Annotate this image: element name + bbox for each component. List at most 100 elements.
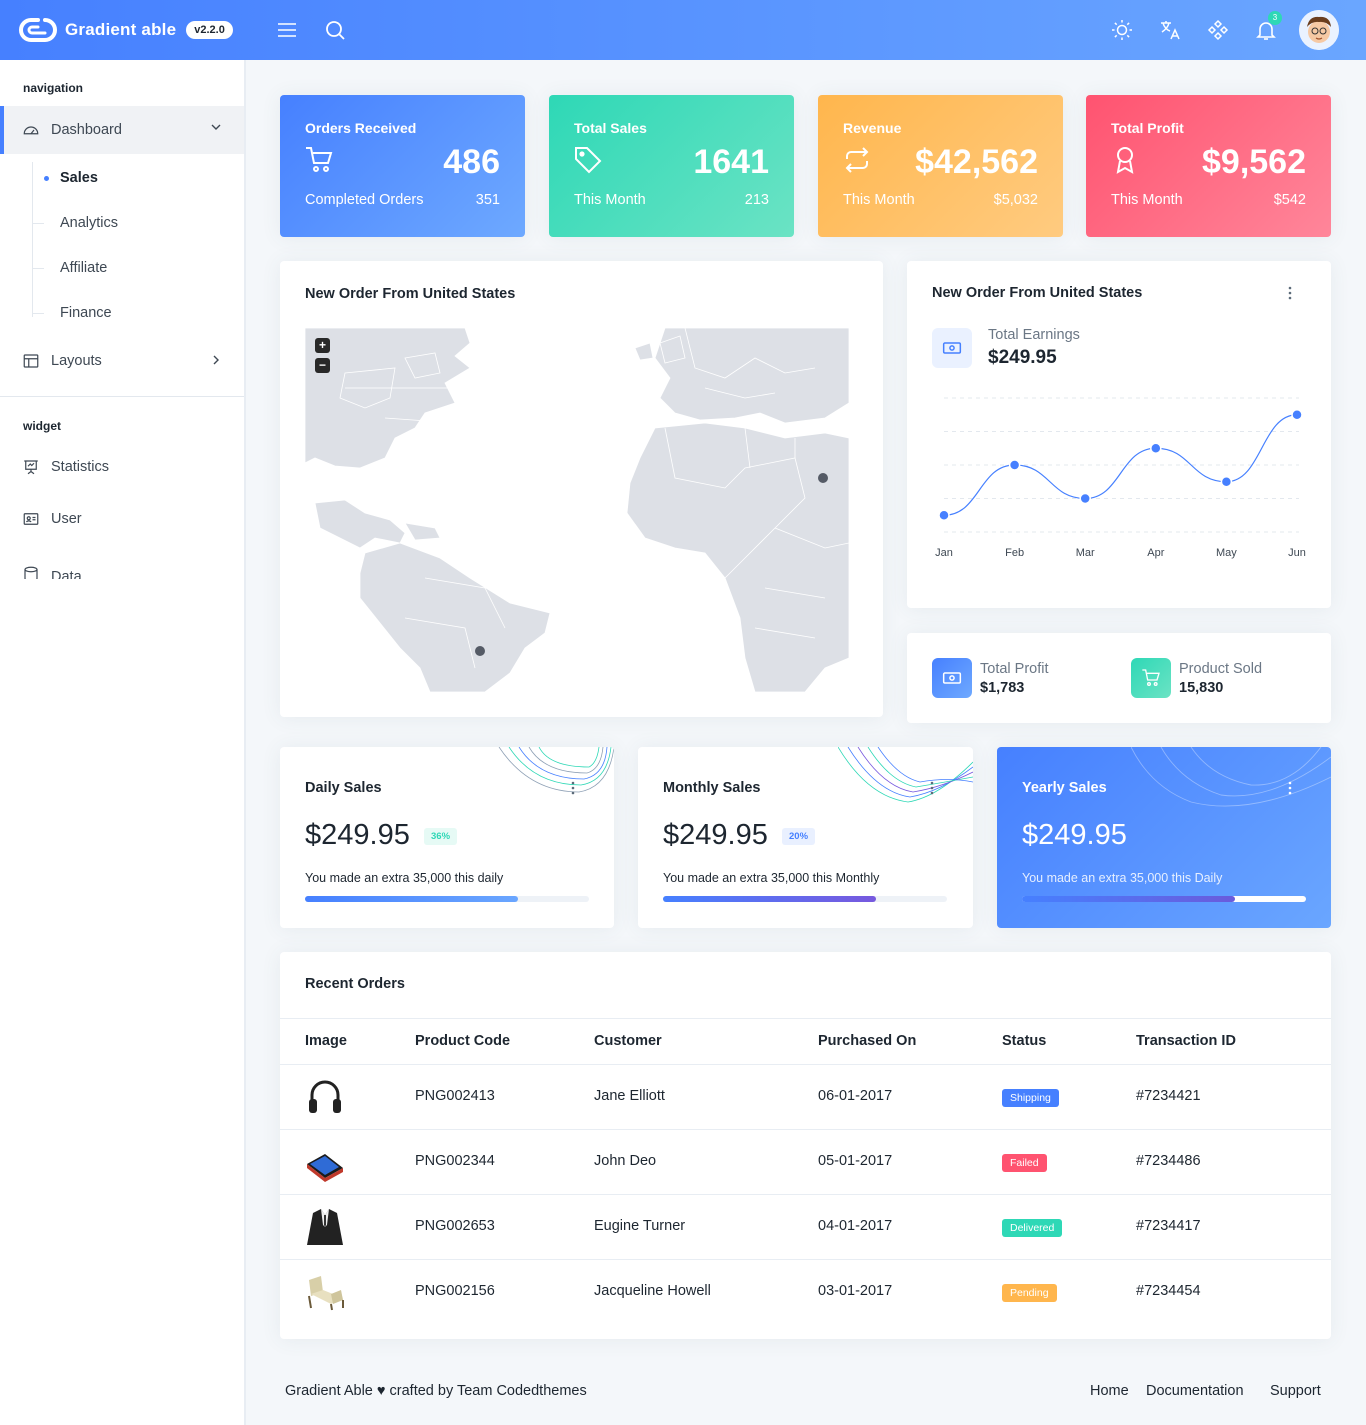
sidebar-item-label: Layouts [51,353,102,369]
footer-link-documentation[interactable]: Documentation [1146,1383,1244,1399]
map-zoom-out-button[interactable]: − [315,358,330,373]
map-marker [816,471,830,485]
profit-icon-box [932,658,972,698]
stat-card-orders: Orders Received 486 Completed Orders 351 [280,95,525,237]
europe-shape [654,328,849,424]
table-row[interactable]: PNG002344 John Deo 05-01-2017 Failed #72… [280,1130,1331,1195]
chevron-right-icon [213,355,219,365]
stat-sub-label: Completed Orders [305,192,424,208]
customer-name: Eugine Turner [594,1218,686,1234]
more-vertical-icon[interactable] [571,781,575,795]
sidebar-subitem-label: Sales [60,170,98,186]
chart-x-tick-label: Jun [1288,547,1306,559]
monthly-sales-value: $249.95 [663,819,768,851]
search-icon[interactable] [323,18,347,42]
map-marker [473,644,487,658]
world-map[interactable]: + − [305,328,849,692]
purchase-date: 03-01-2017 [818,1283,893,1299]
sidebar: navigation Dashboard Sales Analytics Aff… [0,60,246,1425]
sidebar-item-label: User [51,511,82,527]
daily-sales-title: Daily Sales [305,780,382,796]
yearly-sales-desc: You made an extra 35,000 this Daily [1022,871,1223,885]
sidebar-subitem-sales[interactable]: Sales [32,158,232,198]
sidebar-item-user[interactable]: User [0,497,244,541]
status-badge: Shipping [1002,1089,1059,1107]
customer-name: John Deo [594,1153,657,1169]
logo-icon [19,18,57,42]
column-header: Customer [594,1033,662,1049]
stat-sub-label: This Month [843,192,915,208]
more-vertical-icon[interactable] [1288,286,1292,300]
menu-icon[interactable] [275,18,299,42]
money-icon [942,342,962,354]
map-card-title: New Order From United States [305,286,516,302]
apps-icon[interactable] [1206,18,1230,42]
sun-icon[interactable] [1110,18,1134,42]
more-vertical-icon[interactable] [930,781,934,795]
stat-value: $42,562 [915,143,1038,181]
product-code: PNG002653 [415,1218,495,1234]
brand-logo[interactable]: Gradient able v2.2.0 [18,17,233,43]
stat-sub-label: This Month [574,192,646,208]
yearly-sales-value: $249.95 [1022,819,1127,851]
map-card: New Order From United States + − [280,261,883,717]
summary-profit-value: $1,783 [980,680,1025,696]
chart-point [1079,492,1091,505]
daily-progress-fill [305,896,518,902]
recent-orders-title: Recent Orders [305,976,405,992]
earnings-card-title: New Order From United States [932,285,1143,301]
tree-tick [32,312,44,314]
footer-link-home[interactable]: Home [1090,1383,1129,1399]
stat-card-sales: Total Sales 1641 This Month 213 [549,95,794,237]
wave-decoration [498,747,614,793]
tree-tick [32,222,44,224]
sidebar-item-label: Dashboard [51,122,122,138]
user-avatar[interactable] [1299,10,1339,50]
presentation-icon [24,460,38,475]
table-row[interactable]: PNG002653 Eugine Turner 04-01-2017 Deliv… [280,1195,1331,1260]
translate-icon[interactable] [1158,18,1182,42]
footer-credit: Gradient Able ♥ crafted by Team Codedthe… [285,1383,587,1399]
yearly-progress-track [1022,896,1306,902]
chart-x-tick-label: Jan [935,547,953,559]
sidebar-subitem-finance[interactable]: Finance [32,293,232,333]
transaction-id: #7234421 [1136,1088,1201,1104]
daily-progress-track [305,896,589,902]
sidebar-subitem-analytics[interactable]: Analytics [32,203,232,243]
more-vertical-icon[interactable] [1288,781,1292,795]
daily-sales-card: Daily Sales $249.95 36% You made an extr… [280,747,614,928]
column-header: Product Code [415,1033,511,1049]
nav-caption-widget: widget [23,419,61,433]
status-badge: Delivered [1002,1219,1063,1237]
chair-image [308,1276,344,1311]
cart-icon [306,147,333,172]
purchase-date: 05-01-2017 [818,1153,893,1169]
sidebar-item-statistics[interactable]: Statistics [0,445,244,489]
notification-badge: 3 [1268,11,1282,25]
sidebar-subitem-affiliate[interactable]: Affiliate [32,248,232,288]
table-row[interactable]: PNG002413 Jane Elliott 06-01-2017 Shippi… [280,1065,1331,1130]
sidebar-item-dashboard[interactable]: Dashboard [0,106,244,154]
id-card-icon [23,513,39,525]
daily-growth-badge: 36% [424,828,458,845]
sidebar-item-layouts[interactable]: Layouts [0,339,244,383]
cart-icon [1142,669,1160,686]
sidebar-divider [0,396,244,397]
summary-profit-label: Total Profit [980,661,1049,677]
sidebar-item-data[interactable]: Data [0,549,244,579]
stat-title: Total Profit [1111,120,1184,136]
earnings-line-chart: Jan Feb Mar Apr May Jun [935,397,1306,559]
table-row[interactable]: PNG002156 Jacqueline Howell 03-01-2017 P… [280,1260,1331,1325]
monthly-sales-desc: You made an extra 35,000 this Monthly [663,871,880,885]
wave-decoration [1131,747,1331,807]
sidebar-item-label: Statistics [51,459,110,475]
monthly-progress-track [663,896,947,902]
map-zoom-in-button[interactable]: + [315,338,330,353]
footer-link-support[interactable]: Support [1270,1383,1321,1399]
sidebar-item-label: Data [51,569,82,579]
active-dot [44,175,49,181]
earnings-value: $249.95 [988,347,1057,368]
stat-title: Total Sales [574,120,647,136]
table-header: Image Product Code Customer Purchased On… [280,1018,1331,1065]
money-icon [942,672,962,684]
